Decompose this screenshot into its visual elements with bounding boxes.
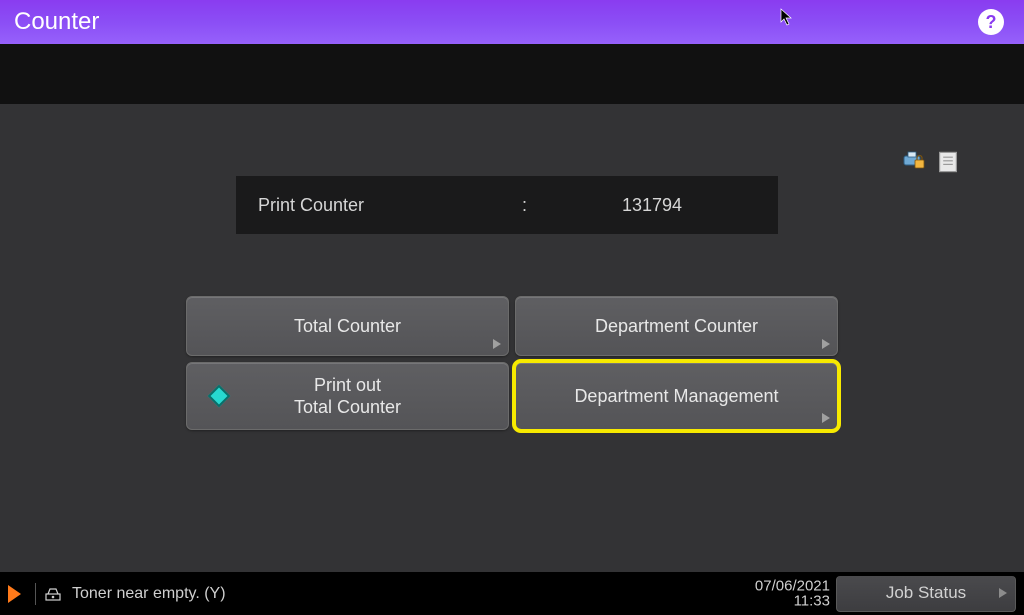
department-counter-button[interactable]: Department Counter	[515, 296, 838, 356]
print-counter-label: Print Counter	[258, 195, 522, 216]
chevron-right-icon	[822, 413, 830, 423]
button-label: Department Counter	[595, 315, 758, 338]
main-panel: Print Counter : 131794 Total Counter Dep…	[0, 104, 1024, 572]
total-counter-button[interactable]: Total Counter	[186, 296, 509, 356]
tray-icon	[44, 586, 62, 602]
print-counter-row: Print Counter : 131794	[236, 176, 778, 234]
footer-date: 07/06/2021	[755, 578, 830, 594]
cursor-icon	[780, 8, 794, 26]
print-counter-separator: :	[522, 195, 562, 216]
footer-datetime: 07/06/2021 11:33	[755, 578, 830, 610]
footer-time: 11:33	[755, 594, 830, 610]
footer-bar: Toner near empty. (Y) 07/06/2021 11:33 J…	[0, 572, 1024, 615]
footer-message: Toner near empty. (Y)	[72, 585, 226, 603]
chevron-right-icon	[999, 588, 1007, 598]
status-icons	[902, 150, 960, 170]
button-label-line1: Print out	[314, 374, 381, 397]
help-button[interactable]: ?	[978, 9, 1004, 35]
print-out-total-counter-button[interactable]: Print out Total Counter	[186, 362, 509, 430]
toolbar-strip	[0, 44, 1024, 104]
page-title: Counter	[14, 8, 99, 36]
chevron-right-icon	[493, 339, 501, 349]
title-bar: Counter ?	[0, 0, 1024, 44]
department-management-button[interactable]: Department Management	[515, 362, 838, 430]
document-icon	[936, 150, 960, 170]
divider	[35, 583, 36, 605]
button-label-line2: Total Counter	[294, 396, 401, 419]
button-label: Department Management	[574, 385, 778, 408]
play-icon	[8, 585, 21, 603]
help-icon: ?	[986, 12, 997, 33]
start-diamond-icon	[208, 385, 231, 408]
button-label: Total Counter	[294, 315, 401, 338]
printer-locked-icon	[902, 150, 926, 170]
job-status-button[interactable]: Job Status	[836, 576, 1016, 612]
button-label: Job Status	[886, 583, 966, 603]
print-counter-value: 131794	[562, 195, 756, 216]
counter-button-grid: Total Counter Department Counter Print o…	[186, 296, 838, 430]
chevron-right-icon	[822, 339, 830, 349]
